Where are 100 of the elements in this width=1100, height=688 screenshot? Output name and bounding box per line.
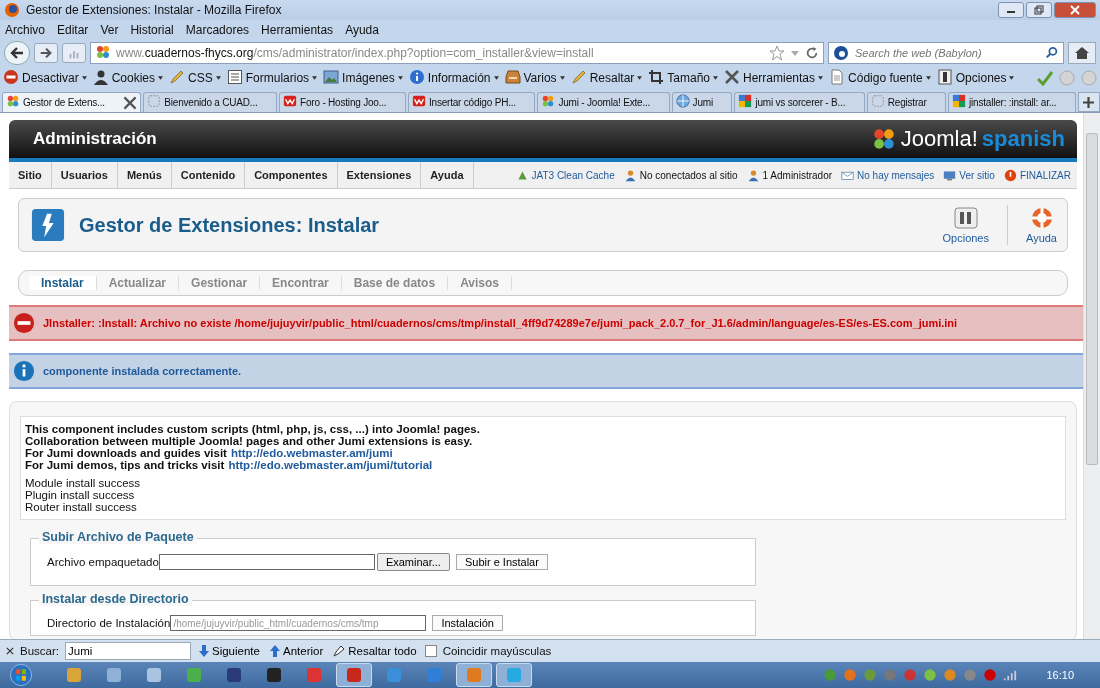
options-button[interactable]: Opciones [938,204,993,246]
previous-button[interactable]: Anterior [267,645,326,657]
restore-icon [1034,5,1044,15]
link[interactable]: http://edo.webmaster.am/jumi/tutorial [228,459,433,471]
dropdown-icon[interactable] [790,48,800,58]
submenu-tab[interactable]: Instalar [29,276,97,290]
home-button[interactable] [1068,42,1096,64]
toolbar-menu[interactable]: Código fuente [848,71,923,85]
tray-icon[interactable] [923,668,938,682]
minimize-button[interactable] [998,2,1024,18]
caret-icon [158,76,164,80]
tray-icon[interactable] [963,668,978,682]
browser-tab[interactable]: Gestor de Extens... [2,92,142,112]
caret-icon [559,76,565,80]
browser-tab[interactable]: jinstaller: :install: ar... [948,92,1076,112]
status-link[interactable]: JAT3 Clean Cache [531,169,615,181]
status-link[interactable]: No hay mensajes [857,169,935,181]
tray-icon[interactable] [983,668,998,682]
toolbar-menu[interactable]: Información [427,71,491,85]
toolbar-menu[interactable]: Varios [523,71,557,85]
reload-icon[interactable] [805,46,819,60]
browser-tab[interactable]: Jumi - Joomla! Exte... [537,92,670,112]
result-text: Plugin install success [25,489,136,501]
browser-tab[interactable]: Bienvenido a CUAD... [143,92,278,112]
scrollbar[interactable] [1083,113,1100,639]
restore-button[interactable] [1026,2,1052,18]
menu-item[interactable]: Herramientas [261,23,334,37]
search-box[interactable]: Search the web (Babylon) [828,42,1064,64]
tray-icon[interactable] [823,668,838,682]
close-icon[interactable] [123,95,138,110]
app-icon[interactable] [226,667,242,683]
caret-icon [1009,76,1015,80]
find-field[interactable]: Jumi [65,642,191,660]
search-engine-icon[interactable] [833,45,849,61]
close-icon[interactable] [6,647,14,655]
star-icon[interactable] [769,45,785,61]
app-icon[interactable] [186,667,202,683]
pencil-icon [169,68,186,85]
browser-tab[interactable]: Foro - Hosting Joo... [279,92,406,112]
back-button[interactable] [4,41,30,65]
menu-item[interactable]: Historial [130,23,174,37]
browser-tab[interactable]: Insertar código PH... [407,92,536,112]
close-button[interactable] [1054,2,1096,18]
toolbar-menu[interactable]: Formularios [245,71,310,85]
status-link[interactable]: FINALIZAR [1019,169,1071,181]
forward-button[interactable] [34,43,58,63]
menu-item[interactable]: Archivo [5,23,45,37]
menu-item[interactable]: Contenido [171,162,246,188]
toolbar-menu[interactable]: Opciones [955,71,1007,85]
crop-icon [648,68,665,85]
menu-item[interactable]: Ver [100,23,119,37]
status-link[interactable]: Ver sitio [959,169,995,181]
find-label: Buscar: [20,645,59,657]
tray-icon[interactable] [903,668,918,682]
message-text: JInstaller: :Install: Archivo no existe /home/jujuyvir/public_html/cuadernos/cms/tmp/install_4ff9d74289e7e/jumi_pack_2.0.7_for_J1.6/admin/language/es-ES/es-ES.com_jumi.ini [43,317,958,329]
app-icon[interactable] [346,667,362,683]
menu-item[interactable]: Menús [117,162,172,188]
menu-item[interactable]: Sitio [9,162,52,188]
power-icon [1003,168,1017,182]
caret-icon [397,76,403,80]
upload-button[interactable]: Subir e Instalar [455,554,548,570]
description-text: This component includes custom scripts (html, php, js, css, ...) into Joomla! pages. [25,423,480,435]
picture-icon [323,68,340,85]
menu-item[interactable]: Extensiones [337,162,422,188]
checkbox[interactable] [424,645,437,657]
browse-button[interactable]: Examinar... [376,553,450,571]
toolbar-menu[interactable]: Imágenes [342,71,395,85]
caret-icon [818,76,824,80]
circle-icon [1059,70,1075,86]
highlight-button[interactable]: Resaltar todo [331,645,419,657]
menu-item[interactable]: Ayuda [421,162,474,188]
toolbar-menu[interactable]: Cookies [111,71,156,85]
toolbar-menu[interactable]: CSS [188,71,213,85]
tray-icon[interactable] [943,668,958,682]
address-bar[interactable]: www.cuadernos-fhycs.org/cms/administrator/index.php?option=com_installer&view=install [90,42,824,64]
browser-tab[interactable]: Jumi [671,92,733,112]
new-tab-button[interactable] [1077,92,1100,112]
menu-item[interactable]: Marcadores [185,23,250,37]
menu-item[interactable]: Ayuda [345,23,379,37]
install-button[interactable]: Instalación [432,615,503,631]
menu-item[interactable]: Editar [57,23,89,37]
search-icon[interactable] [1045,46,1059,60]
toolbar-menu[interactable]: Herramientas [743,71,816,85]
menu-item[interactable]: Usuarios [51,162,118,188]
link[interactable]: http://edo.webmaster.am/jumi [230,447,393,459]
file-field[interactable] [158,554,375,570]
next-button[interactable]: Siguiente [197,645,262,657]
plus-icon [1083,96,1095,108]
help-button[interactable]: Ayuda [1022,204,1061,246]
toolbar-menu[interactable]: Desactivar [22,71,79,85]
clock: 16:10 [1046,669,1074,681]
browser-tab[interactable]: Registrar [866,92,947,112]
close-icon [1070,5,1080,15]
browser-tab[interactable]: jumi vs sorcerer - B... [734,92,865,112]
tray-icon[interactable] [843,668,858,682]
signal-icon[interactable] [1003,668,1018,682]
toolbar-menu[interactable]: Resaltar [589,71,635,85]
toolbar-menu[interactable]: Tamaño [667,71,710,85]
menu-item[interactable]: Componentes [245,162,338,188]
tray-icon[interactable] [863,668,878,682]
